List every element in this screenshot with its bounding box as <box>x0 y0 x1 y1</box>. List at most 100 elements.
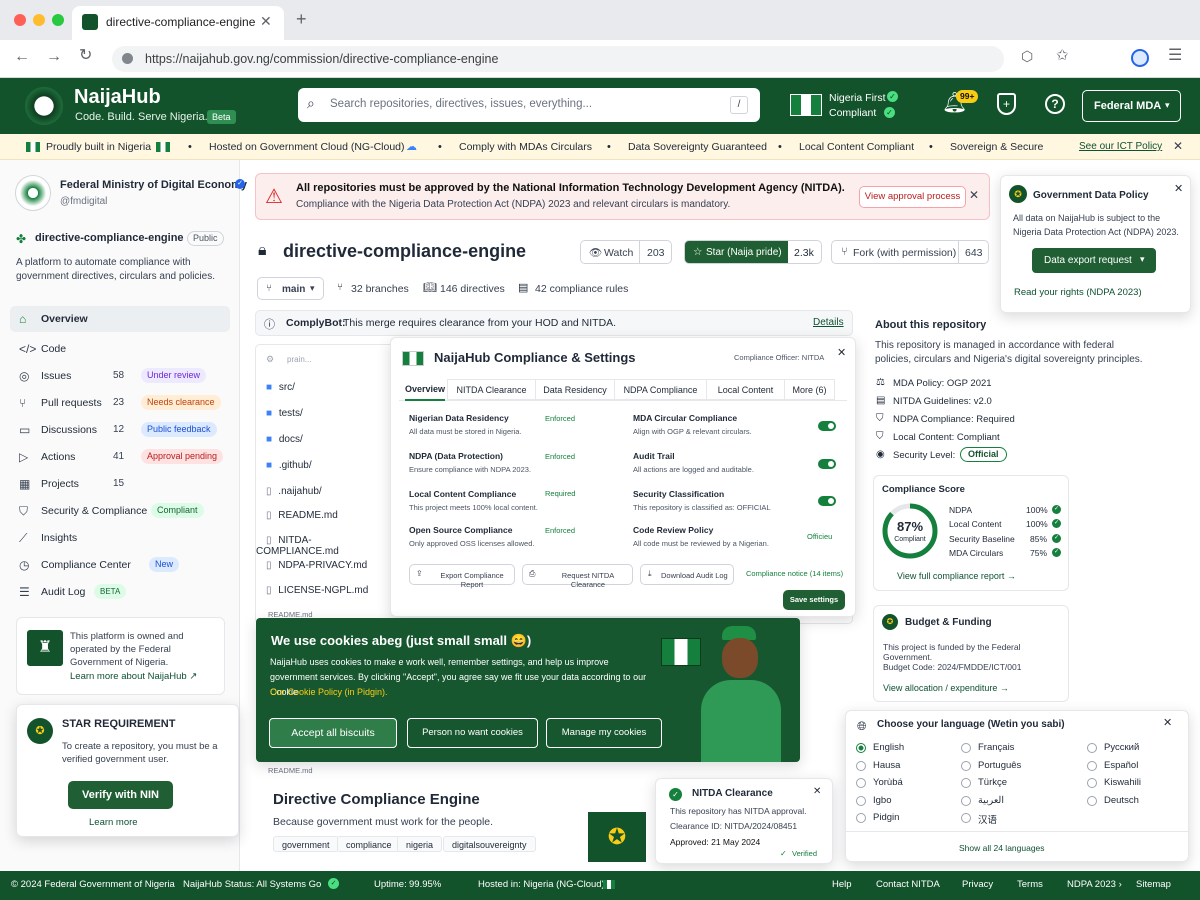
org-name[interactable]: Federal Ministry of Digital Economy <box>60 179 247 191</box>
data-export-button[interactable]: Data export request ▾ <box>1032 248 1156 273</box>
sidebar-item-compliance-center[interactable]: ◷ Compliance Center New <box>10 552 230 578</box>
modal-close-icon[interactable]: ✕ <box>837 348 846 359</box>
site-info-icon[interactable] <box>122 53 133 64</box>
close-icon[interactable]: ✕ <box>969 189 979 201</box>
sidebar-item-insights[interactable]: ⟋ Insights <box>10 525 230 551</box>
file-row[interactable]: ▯ NDPA-PRIVACY.md <box>256 560 386 571</box>
sidebar-item-overview[interactable]: ⌂ Overview <box>10 306 230 332</box>
language-option[interactable]: Hausa <box>873 760 900 771</box>
radio-spanish[interactable] <box>1087 761 1097 771</box>
save-settings-button[interactable]: Save settings <box>783 590 845 610</box>
language-option[interactable]: Русский <box>1104 742 1139 753</box>
footer-link-sitemap[interactable]: Sitemap <box>1136 879 1171 890</box>
footer-link-help[interactable]: Help <box>832 879 852 890</box>
complybot-details-link[interactable]: Details <box>813 317 844 328</box>
language-option[interactable]: Yorùbá <box>873 777 903 788</box>
sidebar-item-audit-log[interactable]: ☰ Audit Log BETA <box>10 579 230 605</box>
sidebar-item-security[interactable]: ⛉ Security & Compliance Compliant <box>10 498 230 524</box>
allocation-link[interactable]: View allocation / expenditure → <box>883 683 1009 693</box>
sidebar-item-issues[interactable]: ◎ Issues 58 Under review <box>10 363 230 389</box>
ict-policy-link[interactable]: See our ICT Policy <box>1079 141 1162 152</box>
language-option[interactable]: Deutsch <box>1104 795 1139 806</box>
compliance-notice-link[interactable]: Compliance notice (14 items) <box>746 569 843 578</box>
url-field[interactable]: https://naijahub.gov.ng/commission/direc… <box>112 46 1004 72</box>
branches-link[interactable]: 32 branches <box>351 283 409 295</box>
file-row[interactable]: ■ .github/ <box>256 460 386 471</box>
download-audit-log-button[interactable]: ⤓ Download Audit Log <box>640 564 734 585</box>
file-row[interactable]: ▯ LICENSE-NGPL.md <box>256 585 386 596</box>
learn-more-naijahub-link[interactable]: Learn more about NaijaHub ↗ <box>70 671 197 682</box>
tab-overview[interactable]: Overview <box>405 384 446 401</box>
radio-german[interactable] <box>1087 796 1097 806</box>
radio-portuguese[interactable] <box>961 761 971 771</box>
security-classification-toggle[interactable] <box>818 496 836 506</box>
fork-button[interactable]: ⑂ Fork (with permission) 643 <box>831 240 989 264</box>
forward-icon[interactable]: → <box>46 49 62 65</box>
branch-selector[interactable]: ⑂ main ▾ <box>257 277 324 300</box>
radio-hausa[interactable] <box>856 761 866 771</box>
repo-name-sidebar[interactable]: directive-compliance-engine <box>35 232 184 244</box>
maximize-window-button[interactable] <box>52 14 64 26</box>
topic-tag[interactable]: government <box>273 836 339 852</box>
back-icon[interactable]: ← <box>14 49 30 65</box>
close-icon[interactable]: ✕ <box>1174 184 1183 195</box>
profile-icon[interactable] <box>1131 49 1149 67</box>
mda-circular-toggle[interactable] <box>818 421 836 431</box>
close-icon[interactable]: ✕ <box>1163 718 1172 729</box>
tab-more[interactable]: More (6) <box>784 379 835 400</box>
account-menu-button[interactable]: Federal MDA ▾ <box>1082 90 1181 122</box>
file-row[interactable]: ▯ README.md <box>256 510 386 521</box>
org-avatar[interactable] <box>15 175 51 211</box>
star-button[interactable]: ☆ Star (Naija pride) 2.3k <box>684 240 822 264</box>
extensions-icon[interactable]: ⬡ <box>1021 49 1033 63</box>
radio-igbo[interactable] <box>856 796 866 806</box>
radio-english[interactable] <box>856 743 866 753</box>
language-option[interactable]: English <box>873 742 904 753</box>
full-report-link[interactable]: View full compliance report → <box>897 571 1016 581</box>
search-input[interactable]: ⌕ Search repositories, directives, issue… <box>298 88 760 122</box>
manage-cookies-button[interactable]: Manage my cookies <box>546 718 662 748</box>
sidebar-item-actions[interactable]: ▷ Actions 41 Approval pending <box>10 444 230 470</box>
reject-cookies-button[interactable]: Person no want cookies <box>407 718 538 748</box>
tab-local-content[interactable]: Local Content <box>706 379 785 400</box>
close-icon[interactable]: ✕ <box>813 787 821 797</box>
sidebar-item-projects[interactable]: ▦ Projects 15 <box>10 471 230 497</box>
language-option[interactable]: 汉语 <box>978 812 997 826</box>
cookie-policy-link[interactable]: Our Cookie Policy (in Pidgin). <box>270 687 388 697</box>
file-row[interactable]: ■ tests/ <box>256 408 386 419</box>
language-option[interactable]: Igbo <box>873 795 892 806</box>
footer-link-contact[interactable]: Contact NITDA <box>876 879 940 890</box>
language-option[interactable]: Pidgin <box>873 812 899 823</box>
file-row[interactable]: ▯ .naijahub/ <box>256 486 386 497</box>
watch-button[interactable]: 👁︎ Watch 203 <box>580 240 672 264</box>
request-clearance-button[interactable]: ⎙ Request NITDA Clearance <box>522 564 633 589</box>
browser-tab[interactable]: directive-compliance-engine ✕ <box>72 6 284 40</box>
language-option[interactable]: Kiswahili <box>1104 777 1141 788</box>
language-option[interactable]: Español <box>1104 760 1138 771</box>
footer-link-privacy[interactable]: Privacy <box>962 879 993 890</box>
radio-pidgin[interactable] <box>856 813 866 823</box>
new-tab-icon[interactable]: + <box>296 10 307 28</box>
radio-swahili[interactable] <box>1087 778 1097 788</box>
tab-nitda-clearance[interactable]: NITDA Clearance <box>447 379 536 400</box>
brand-name[interactable]: NaijaHub <box>74 86 161 109</box>
menu-icon[interactable]: ☰ <box>1168 48 1182 64</box>
star-button-main[interactable]: ☆ Star (Naija pride) <box>685 241 788 263</box>
verify-nin-button[interactable]: Verify with NIN <box>68 781 173 809</box>
radio-russian[interactable] <box>1087 743 1097 753</box>
close-window-button[interactable] <box>14 14 26 26</box>
banner-close-icon[interactable]: ✕ <box>1173 140 1183 152</box>
minimize-window-button[interactable] <box>33 14 45 26</box>
tab-ndpa-compliance[interactable]: NDPA Compliance <box>614 379 707 400</box>
topic-tag[interactable]: compliance <box>337 836 401 852</box>
star-learn-more-link[interactable]: Learn more <box>89 817 138 828</box>
shield-icon[interactable]: + <box>997 93 1016 115</box>
file-row[interactable]: ■ docs/ <box>256 434 386 445</box>
sidebar-item-code[interactable]: </> Code <box>10 336 230 362</box>
sidebar-item-pull-requests[interactable]: ⑂ Pull requests 23 Needs clearance <box>10 390 230 416</box>
radio-turkish[interactable] <box>961 778 971 788</box>
rules-link[interactable]: 42 compliance rules <box>535 283 628 295</box>
radio-chinese[interactable] <box>961 813 971 823</box>
sidebar-item-discussions[interactable]: ▭ Discussions 12 Public feedback <box>10 417 230 443</box>
footer-link-terms[interactable]: Terms <box>1017 879 1043 890</box>
